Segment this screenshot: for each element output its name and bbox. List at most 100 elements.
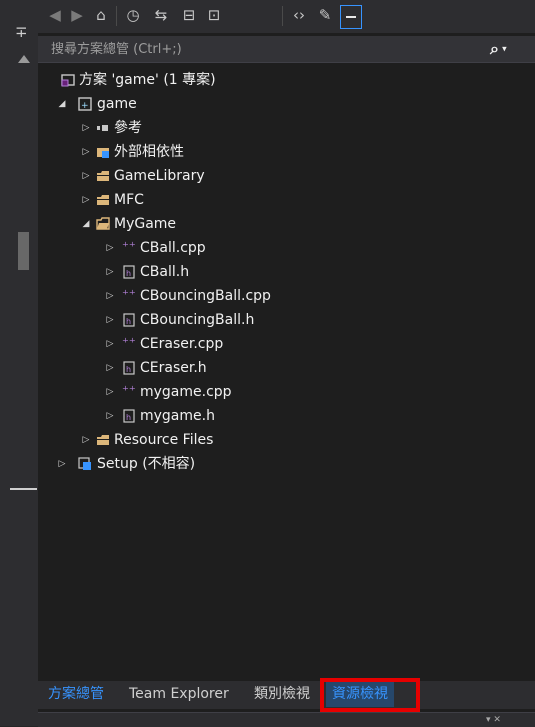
tree-label: CBall.h (140, 264, 190, 280)
tab-team-explorer[interactable]: Team Explorer (129, 681, 229, 707)
external-dependencies-icon (97, 148, 109, 158)
svg-text:h: h (126, 317, 131, 326)
expand-arrow-icon[interactable]: ▷ (104, 404, 116, 428)
tree-label: mygame.cpp (140, 384, 232, 400)
header-file-icon: h (123, 361, 135, 375)
tree-row-file[interactable]: ▷ ⁺⁺ mygame.cpp (38, 380, 535, 404)
left-strip (0, 0, 10, 726)
expand-arrow-icon[interactable]: ▷ (104, 236, 116, 260)
solution-explorer-toolbar: ◀ ▶ ⌂ ◷ ⇆ ⊟ ⊡ ‹› ✎ (38, 0, 535, 33)
tab-resource-view[interactable]: 資源檢視 (326, 681, 394, 707)
cpp-file-icon: ⁺⁺ (122, 336, 136, 351)
filter-folder-icon (97, 171, 109, 181)
panel-tabs: 方案總管 Team Explorer 類別檢視 資源檢視 (38, 681, 535, 709)
view-code-icon[interactable]: ‹› (288, 3, 310, 27)
search-input[interactable] (51, 39, 481, 59)
tree-row-solution[interactable]: 方案 'game' (1 專案) (38, 68, 535, 92)
expand-arrow-icon[interactable]: ▷ (104, 380, 116, 404)
tree-row-resource-files[interactable]: ▷ Resource Files (38, 428, 535, 452)
solution-label: 方案 'game' (1 專案) (79, 72, 216, 88)
svg-text:h: h (126, 413, 131, 422)
tree-label: CEraser.cpp (140, 336, 224, 352)
pin-icon[interactable]: ▾ ✕ (486, 715, 516, 725)
filter-folder-icon (97, 435, 109, 445)
cpp-project-icon: + (78, 97, 92, 111)
scrollbar-thumb[interactable] (18, 232, 29, 270)
expand-arrow-icon[interactable]: ▷ (104, 308, 116, 332)
tree-row-mfc[interactable]: ▷ MFC (38, 188, 535, 212)
open-filter-folder-icon (96, 217, 110, 230)
properties-bar: ▾ ✕ (38, 712, 535, 727)
expand-arrow-icon[interactable]: ▷ (80, 188, 92, 212)
tree-row-file[interactable]: ▷ h CBall.h (38, 260, 535, 284)
tree-label: CBouncingBall.cpp (140, 288, 271, 304)
tree-row-project[interactable]: ◢ + game (38, 92, 535, 116)
project-label: game (97, 96, 137, 112)
tree-label: 外部相依性 (114, 144, 184, 160)
tree-label: CEraser.h (140, 360, 207, 376)
tree-label: Setup (不相容) (97, 456, 196, 472)
tree-row-file[interactable]: ▷ h mygame.h (38, 404, 535, 428)
preview-selected-items-icon[interactable] (340, 5, 362, 29)
pending-changes-icon[interactable]: ◷ (122, 3, 144, 27)
tree-label: Resource Files (114, 432, 214, 448)
header-file-icon: h (123, 409, 135, 423)
cpp-file-icon: ⁺⁺ (122, 288, 136, 303)
tree-row-file[interactable]: ▷ h CBouncingBall.h (38, 308, 535, 332)
solution-icon (61, 74, 75, 87)
tree-row-gamelibrary[interactable]: ▷ GameLibrary (38, 164, 535, 188)
tree-row-setup-project[interactable]: ▷ Setup (不相容) (38, 452, 535, 476)
expand-arrow-icon[interactable]: ▷ (80, 116, 92, 140)
expand-arrow-icon[interactable]: ▷ (80, 164, 92, 188)
tree-row-external-dependencies[interactable]: ▷ 外部相依性 (38, 140, 535, 164)
tree-row-file[interactable]: ▷ ⁺⁺ CBouncingBall.cpp (38, 284, 535, 308)
expand-arrow-icon[interactable]: ▷ (56, 452, 68, 476)
tree-label: 參考 (114, 120, 142, 136)
toolbar-separator (282, 6, 283, 26)
collapse-arrow-icon[interactable]: ◢ (80, 212, 92, 236)
header-file-icon: h (123, 313, 135, 327)
properties-wrench-icon[interactable]: ✎ (314, 3, 336, 27)
split-icon[interactable]: ∓ (15, 24, 28, 40)
svg-text:h: h (126, 269, 131, 278)
tree-label: MyGame (114, 216, 177, 232)
tab-class-view[interactable]: 類別檢視 (254, 681, 310, 707)
tree-row-mygame[interactable]: ◢ MyGame (38, 212, 535, 236)
collapse-all-icon[interactable]: ⊟ (178, 3, 200, 27)
search-bar: ⌕ ▾ (38, 36, 535, 63)
tree-row-file[interactable]: ▷ h CEraser.h (38, 356, 535, 380)
toolbar-separator (116, 6, 117, 26)
cpp-file-icon: ⁺⁺ (122, 240, 136, 255)
expand-arrow-icon[interactable]: ▷ (80, 140, 92, 164)
collapse-arrow-icon[interactable]: ◢ (56, 92, 68, 116)
tree-label: CBall.cpp (140, 240, 206, 256)
header-file-icon: h (123, 265, 135, 279)
tree-row-file[interactable]: ▷ ⁺⁺ CEraser.cpp (38, 332, 535, 356)
cpp-file-icon: ⁺⁺ (122, 384, 136, 399)
svg-text:h: h (126, 365, 131, 374)
filter-folder-icon (97, 195, 109, 205)
expand-arrow-icon[interactable]: ▷ (104, 284, 116, 308)
tree-row-references[interactable]: ▷ 參考 (38, 116, 535, 140)
search-icon[interactable]: ⌕ ▾ (490, 38, 530, 60)
back-icon[interactable]: ◀ (44, 3, 66, 27)
scroll-up-icon[interactable] (18, 55, 30, 63)
show-all-files-icon[interactable]: ⊡ (203, 3, 225, 27)
svg-text:+: + (81, 101, 89, 111)
expand-arrow-icon[interactable]: ▷ (104, 356, 116, 380)
tree-label: MFC (114, 192, 144, 208)
tab-solution-explorer[interactable]: 方案總管 (48, 681, 104, 707)
solution-explorer-panel: ◀ ▶ ⌂ ◷ ⇆ ⊟ ⊡ ‹› ✎ ⌕ ▾ 方案 'game' (1 專案) … (38, 0, 535, 727)
tree-row-file[interactable]: ▷ ⁺⁺ CBall.cpp (38, 236, 535, 260)
tree-label: CBouncingBall.h (140, 312, 255, 328)
expand-arrow-icon[interactable]: ▷ (104, 260, 116, 284)
home-icon[interactable]: ⌂ (90, 3, 112, 27)
forward-icon[interactable]: ▶ (66, 3, 88, 27)
expand-arrow-icon[interactable]: ▷ (104, 332, 116, 356)
sync-icon[interactable]: ⇆ (150, 3, 172, 27)
expand-arrow-icon[interactable]: ▷ (80, 428, 92, 452)
setup-project-icon (78, 457, 91, 470)
splitter-line[interactable] (10, 488, 37, 490)
references-icon (97, 125, 108, 131)
editor-side-bar: ∓ (10, 0, 39, 726)
